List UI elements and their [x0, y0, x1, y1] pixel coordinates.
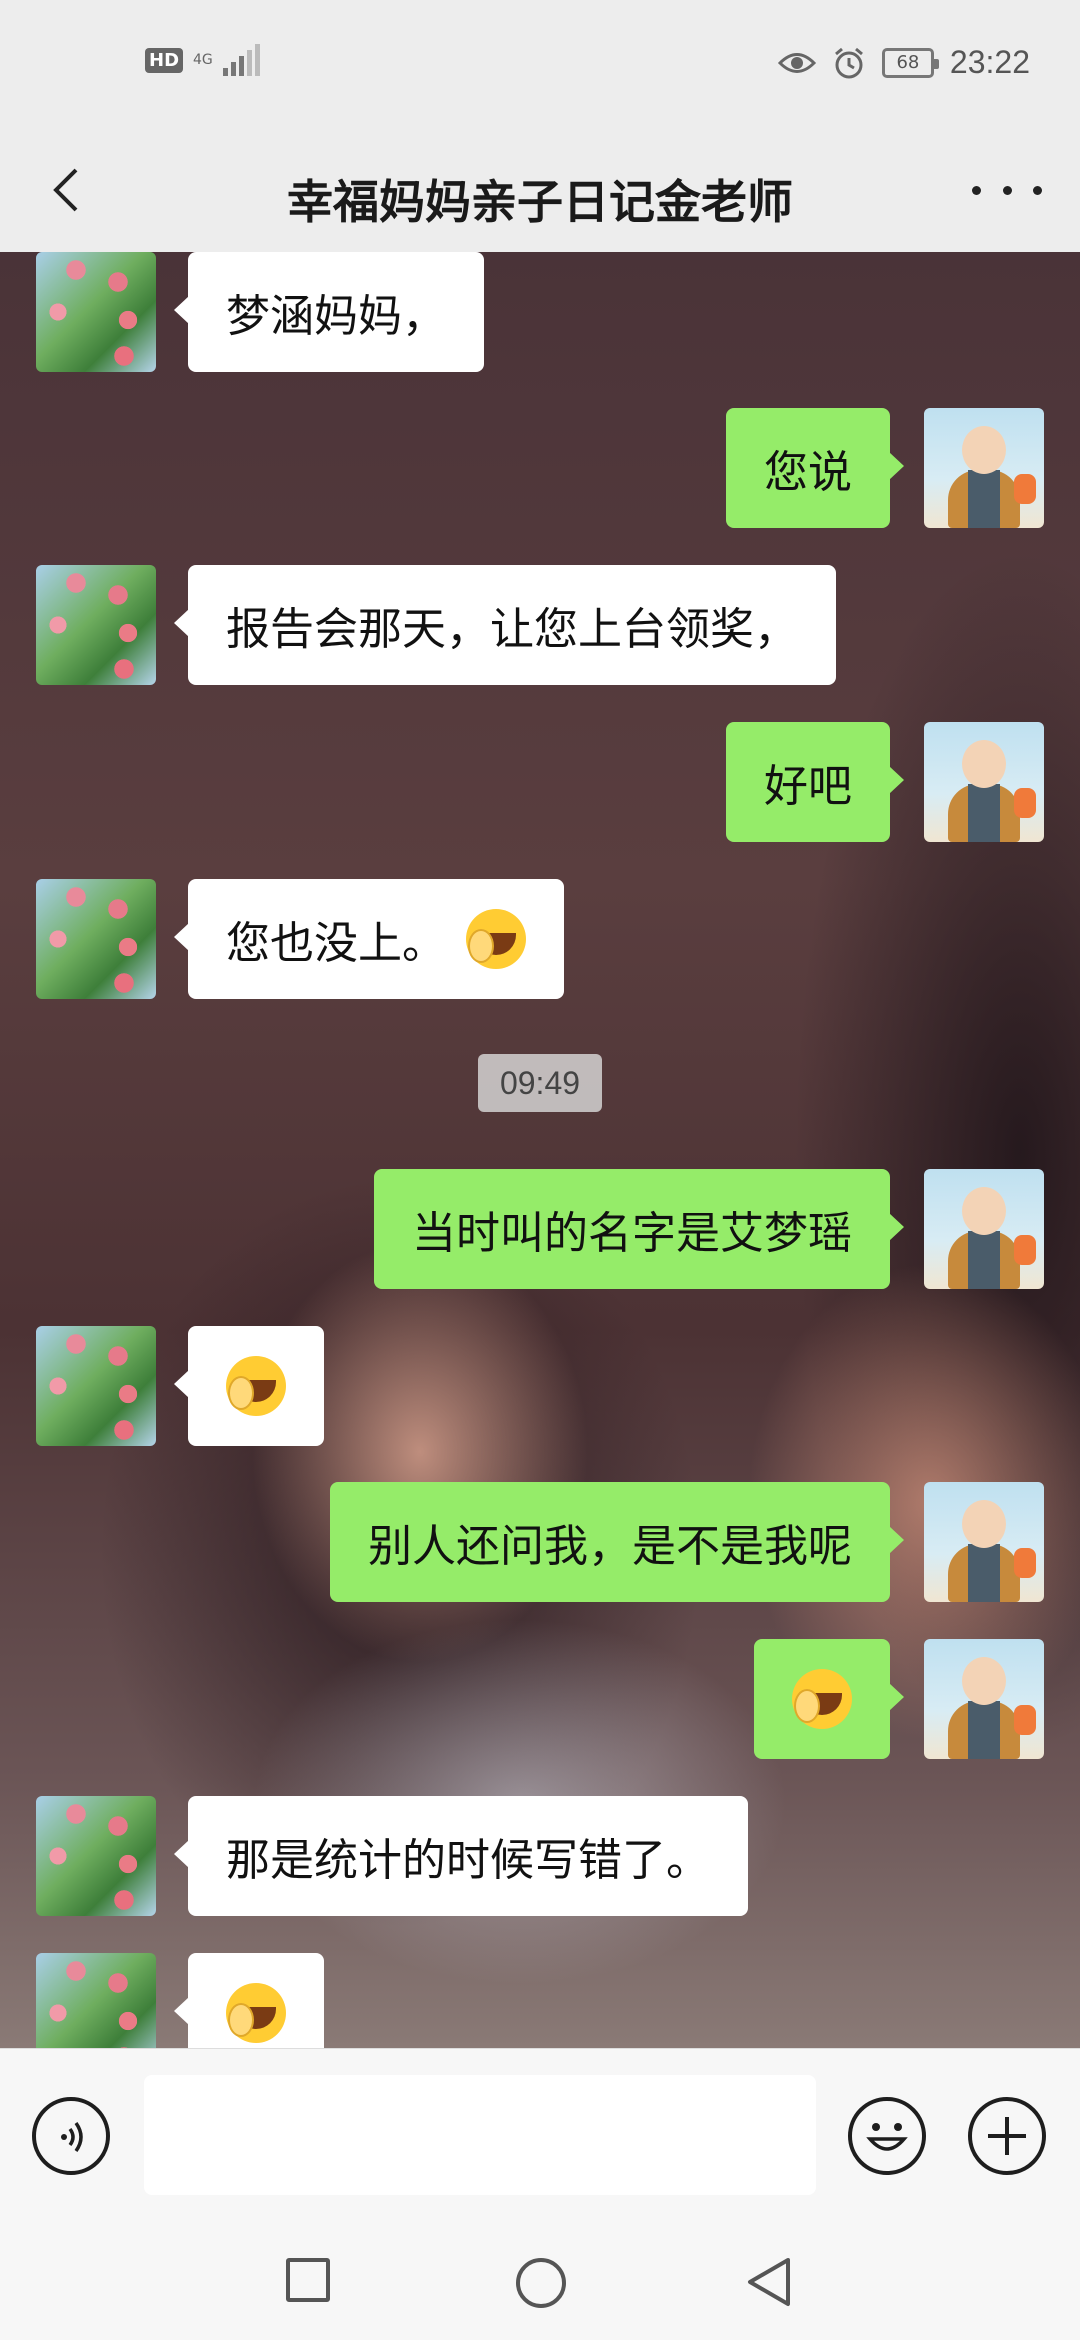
contact-avatar[interactable]	[36, 1953, 156, 2048]
emoji-icon	[866, 2123, 908, 2151]
message-row-incoming	[0, 1326, 1080, 1446]
facepalm-emoji	[792, 1669, 852, 1729]
voice-icon	[61, 2121, 83, 2153]
contact-avatar[interactable]	[36, 1326, 156, 1446]
message-row-outgoing	[0, 1639, 1080, 1759]
status-bar: HD 4G 68 23:22	[0, 0, 1080, 130]
my-avatar[interactable]	[924, 1169, 1044, 1289]
message-bubble[interactable]	[174, 1953, 324, 2048]
message-timestamp: 09:49	[478, 1054, 602, 1112]
message-row-incoming	[0, 1953, 1080, 2048]
message-row-incoming: 那是统计的时候写错了。	[0, 1796, 1080, 1916]
message-bubble[interactable]: 当时叫的名字是艾梦瑶	[374, 1169, 904, 1289]
status-right: 68 23:22	[777, 44, 1030, 81]
emoji-button[interactable]	[848, 2097, 926, 2175]
alarm-icon	[834, 47, 863, 78]
message-bubble[interactable]	[754, 1639, 904, 1759]
eye-icon	[777, 52, 816, 73]
message-row-incoming: 梦涵妈妈，	[0, 252, 1080, 372]
back-icon[interactable]	[744, 2254, 794, 2310]
more-button[interactable]	[972, 170, 1042, 210]
input-bar	[0, 2048, 1080, 2218]
my-avatar[interactable]	[924, 1482, 1044, 1602]
plus-icon	[988, 2117, 1026, 2155]
message-bubble[interactable]: 您说	[726, 408, 904, 528]
message-bubble[interactable]: 报告会那天，让您上台领奖，	[174, 565, 836, 685]
message-bubble[interactable]: 梦涵妈妈，	[174, 252, 484, 372]
home-icon[interactable]	[516, 2258, 566, 2308]
message-row-incoming: 报告会那天，让您上台领奖，	[0, 565, 1080, 685]
message-row-outgoing: 别人还问我，是不是我呢	[0, 1482, 1080, 1602]
message-bubble[interactable]: 那是统计的时候写错了。	[174, 1796, 748, 1916]
chat-area[interactable]: 梦涵妈妈， 您说 报告会那天，让您上台领奖， 好吧 您也没上。 09:49 当时…	[0, 252, 1080, 2048]
contact-avatar[interactable]	[36, 252, 156, 372]
message-row-outgoing: 好吧	[0, 722, 1080, 842]
facepalm-emoji	[466, 909, 526, 969]
message-bubble[interactable]: 您也没上。	[174, 879, 564, 999]
system-nav-bar	[0, 2218, 1080, 2340]
my-avatar[interactable]	[924, 1639, 1044, 1759]
message-row-incoming: 您也没上。	[0, 879, 1080, 999]
contact-avatar[interactable]	[36, 879, 156, 999]
my-avatar[interactable]	[924, 408, 1044, 528]
message-bubble[interactable]	[174, 1326, 324, 1446]
plus-button[interactable]	[968, 2097, 1046, 2175]
battery-indicator: 68	[881, 47, 939, 78]
my-avatar[interactable]	[924, 722, 1044, 842]
message-bubble[interactable]: 别人还问我，是不是我呢	[330, 1482, 904, 1602]
status-left: HD 4G	[145, 44, 260, 76]
voice-button[interactable]	[32, 2097, 110, 2175]
contact-avatar[interactable]	[36, 1796, 156, 1916]
hd-badge: HD	[145, 47, 184, 73]
clock: 23:22	[949, 44, 1030, 80]
facepalm-emoji	[226, 1356, 286, 1416]
message-row-outgoing: 当时叫的名字是艾梦瑶	[0, 1169, 1080, 1289]
message-input[interactable]	[144, 2075, 816, 2195]
message-bubble[interactable]: 好吧	[726, 722, 904, 842]
chat-header: 幸福妈妈亲子日记金老师	[0, 130, 1080, 252]
network-label: 4G	[193, 52, 213, 68]
facepalm-emoji	[226, 1983, 286, 2043]
signal-icon	[222, 44, 260, 76]
contact-avatar[interactable]	[36, 565, 156, 685]
chat-title: 幸福妈妈亲子日记金老师	[287, 175, 793, 229]
message-row-outgoing: 您说	[0, 408, 1080, 528]
more-dots-icon	[972, 185, 981, 195]
recent-apps-icon[interactable]	[286, 2258, 330, 2302]
